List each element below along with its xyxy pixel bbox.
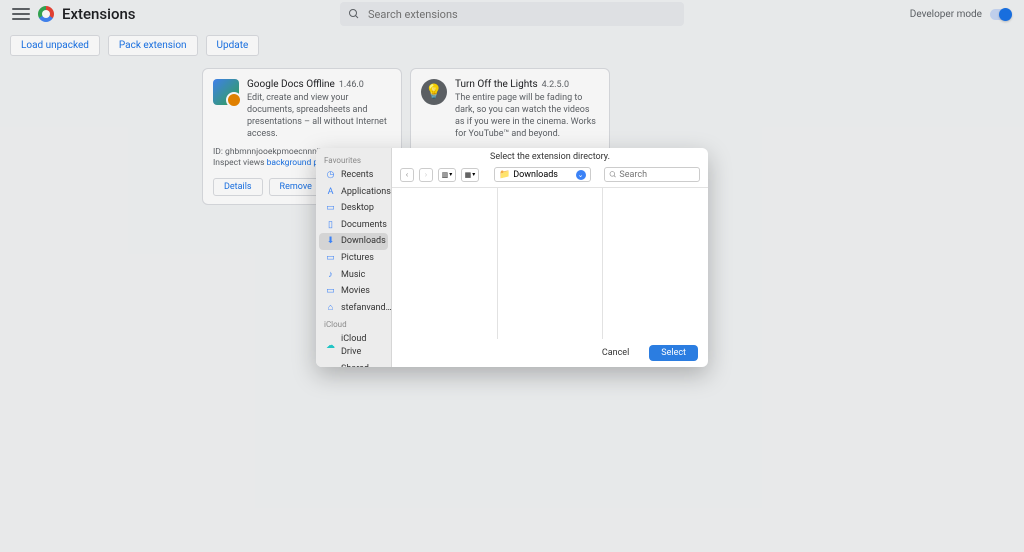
file-picker-sidebar: Favourites ◷ Recents A Applications ▭ Desktop… xyxy=(316,148,392,367)
sidebar-item-label: Applications xyxy=(341,186,391,199)
folder-icon: 📁 xyxy=(499,170,510,180)
sidebar-item-icon: ☁ xyxy=(325,340,336,351)
sidebar-item-recents[interactable]: ◷ Recents xyxy=(319,167,388,184)
sidebar-section-icloud: iCloud xyxy=(316,316,391,331)
sidebar-item-icon: ⬇ xyxy=(325,236,336,247)
file-columns[interactable] xyxy=(392,187,708,339)
view-grid-button[interactable]: ▦ ▾ xyxy=(461,168,479,182)
dialog-footer: Cancel Select xyxy=(392,339,708,367)
file-column[interactable] xyxy=(603,188,708,339)
cancel-button[interactable]: Cancel xyxy=(590,345,641,361)
sidebar-item-shared[interactable]: ▭ Shared xyxy=(319,361,388,367)
path-dropdown-icon[interactable]: ⌄ xyxy=(576,170,586,180)
sidebar-item-pictures[interactable]: ▭ Pictures xyxy=(319,250,388,267)
sidebar-item-icon: A xyxy=(325,186,336,197)
dialog-search-input[interactable] xyxy=(619,170,695,180)
view-columns-button[interactable]: ▥ ▾ xyxy=(438,168,456,182)
sidebar-item-label: Music xyxy=(341,269,365,282)
nav-forward-button[interactable]: › xyxy=(419,168,433,182)
sidebar-item-stefanvand-[interactable]: ⌂stefanvand… xyxy=(319,300,388,317)
current-path[interactable]: 📁 Downloads ⌄ xyxy=(494,167,591,182)
sidebar-item-icon: ▯ xyxy=(325,220,336,231)
file-picker-main: Select the extension directory. ‹ › ▥ ▾ … xyxy=(392,148,708,367)
sidebar-item-downloads[interactable]: ⬇ Downloads xyxy=(319,233,388,250)
sidebar-item-label: Downloads xyxy=(341,235,386,248)
sidebar-item-label: stefanvand… xyxy=(341,302,392,315)
file-picker-dialog: Favourites ◷ Recents A Applications ▭ Desktop… xyxy=(316,148,708,367)
sidebar-item-applications[interactable]: A Applications xyxy=(319,184,388,201)
sidebar-item-label: Shared xyxy=(341,363,369,367)
sidebar-item-icon: ♪ xyxy=(325,269,336,280)
search-icon xyxy=(609,170,617,179)
sidebar-item-documents[interactable]: ▯ Documents xyxy=(319,217,388,234)
sidebar-section-favourites: Favourites xyxy=(316,152,391,167)
file-column[interactable] xyxy=(498,188,604,339)
sidebar-item-icon: ⌂ xyxy=(325,303,336,314)
sidebar-item-label: Pictures xyxy=(341,252,374,265)
select-button[interactable]: Select xyxy=(649,345,698,361)
nav-back-button[interactable]: ‹ xyxy=(400,168,414,182)
sidebar-item-icloud-drive[interactable]: ☁ iCloud Drive xyxy=(319,331,388,360)
file-column[interactable] xyxy=(392,188,498,339)
sidebar-item-icon: ▭ xyxy=(325,286,336,297)
sidebar-item-icon: ▭ xyxy=(325,253,336,264)
dialog-search-field[interactable] xyxy=(604,167,701,182)
dialog-title: Select the extension directory. xyxy=(392,148,708,167)
dialog-toolbar: ‹ › ▥ ▾ ▦ ▾ 📁 Downloads ⌄ xyxy=(392,167,708,187)
sidebar-item-icon: ◷ xyxy=(325,170,336,181)
path-label: Downloads xyxy=(513,170,558,180)
sidebar-item-icon: ▭ xyxy=(325,363,336,367)
sidebar-item-desktop[interactable]: ▭ Desktop xyxy=(319,200,388,217)
sidebar-item-label: Movies xyxy=(341,285,370,298)
sidebar-item-movies[interactable]: ▭ Movies xyxy=(319,283,388,300)
sidebar-item-icon: ▭ xyxy=(325,203,336,214)
sidebar-item-label: Recents xyxy=(341,169,373,182)
sidebar-item-label: Desktop xyxy=(341,202,374,215)
sidebar-item-music[interactable]: ♪ Music xyxy=(319,267,388,284)
sidebar-item-label: iCloud Drive xyxy=(341,333,382,358)
sidebar-item-label: Documents xyxy=(341,219,387,232)
